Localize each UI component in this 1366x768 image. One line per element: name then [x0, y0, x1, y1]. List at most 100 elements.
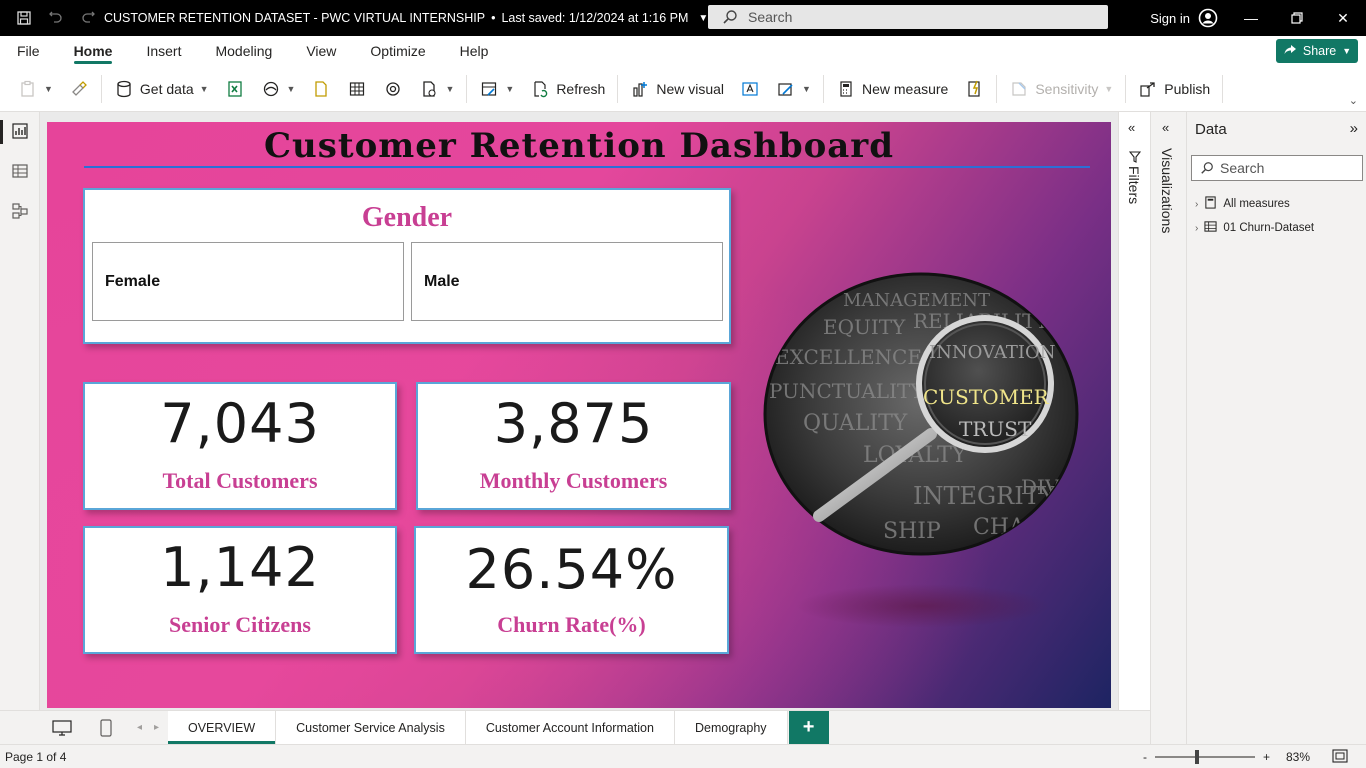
- chevron-down-icon: ▼: [505, 83, 515, 94]
- onelake-icon: [261, 79, 281, 99]
- collapse-filters-icon[interactable]: «: [1128, 120, 1135, 135]
- report-view-icon: [11, 122, 29, 143]
- page-tab-customer-service-analysis[interactable]: Customer Service Analysis: [276, 711, 466, 744]
- data-search-placeholder: Search: [1220, 160, 1265, 176]
- new-measure-button[interactable]: New measure: [828, 72, 956, 106]
- table-view-icon: [11, 162, 29, 183]
- account-icon[interactable]: [1198, 8, 1218, 28]
- get-data-button[interactable]: Get data ▼: [106, 72, 217, 106]
- dataverse-icon: [383, 79, 403, 99]
- more-visuals-button[interactable]: ▼: [768, 72, 819, 106]
- kpi-card-monthly-customers[interactable]: 3,875 Monthly Customers: [416, 382, 731, 510]
- gender-slicer-title: Gender: [361, 202, 453, 233]
- tree-item-churn-dataset[interactable]: › 01 Churn-Dataset: [1195, 220, 1314, 236]
- tree-item-all-measures[interactable]: › All measures: [1195, 196, 1290, 212]
- kpi-card-churn-rate[interactable]: 26.54% Churn Rate(%): [414, 526, 729, 654]
- transform-data-button[interactable]: ▼: [471, 72, 522, 106]
- tab-optimize[interactable]: Optimize: [353, 36, 442, 66]
- brush-icon: [69, 79, 89, 99]
- restore-icon[interactable]: [1274, 0, 1320, 36]
- dashboard-title: Customer Retention Dashboard: [263, 126, 894, 166]
- zoom-in-icon[interactable]: +: [1263, 750, 1270, 764]
- table-view-button[interactable]: [0, 152, 40, 192]
- zoom-slider[interactable]: [1154, 750, 1255, 764]
- next-page-icon[interactable]: ▸: [154, 722, 159, 733]
- close-icon[interactable]: ✕: [1320, 0, 1366, 36]
- collapse-visualizations-icon[interactable]: «: [1162, 120, 1169, 135]
- collapse-ribbon-icon[interactable]: ⌄: [1349, 94, 1358, 107]
- slicer-option-male[interactable]: Male: [411, 242, 723, 321]
- clipboard-icon: [18, 79, 38, 99]
- publish-button[interactable]: Publish: [1130, 72, 1218, 106]
- image-word: INNOVATION: [929, 342, 1055, 363]
- window-title[interactable]: CUSTOMER RETENTION DATASET - PWC VIRTUAL…: [104, 11, 708, 25]
- tab-insert[interactable]: Insert: [129, 36, 198, 66]
- tab-home[interactable]: Home: [57, 36, 130, 66]
- enter-data-button[interactable]: [339, 72, 375, 106]
- share-label: Share: [1302, 44, 1337, 58]
- format-painter-button[interactable]: [61, 72, 97, 106]
- image-word: TRUST: [959, 417, 1032, 441]
- sign-in-link[interactable]: Sign in: [1150, 11, 1190, 26]
- quick-measure-button[interactable]: [956, 72, 992, 106]
- zoom-control: - + 83%: [1143, 745, 1348, 768]
- image-word: EQUITY: [823, 315, 906, 339]
- excel-button[interactable]: [217, 72, 253, 106]
- page-tab-demography[interactable]: Demography: [674, 711, 788, 744]
- filters-pane[interactable]: « Filters: [1118, 112, 1150, 744]
- more-visuals-icon: [776, 79, 796, 99]
- mobile-layout-icon[interactable]: [84, 711, 128, 744]
- expand-data-pane-icon[interactable]: »: [1350, 120, 1358, 137]
- status-bar: Page 1 of 4 - + 83%: [0, 744, 1366, 768]
- visualizations-pane[interactable]: « Visualizations: [1150, 112, 1186, 744]
- text-box-button[interactable]: [732, 72, 768, 106]
- undo-icon[interactable]: [46, 8, 66, 28]
- image-word: CUSTOMER: [923, 385, 1050, 409]
- onelake-button[interactable]: ▼: [253, 72, 304, 106]
- desktop-layout-icon[interactable]: [40, 711, 84, 744]
- share-button[interactable]: Share ▼: [1276, 39, 1358, 63]
- save-icon[interactable]: [14, 8, 34, 28]
- tab-file[interactable]: File: [0, 36, 57, 66]
- kpi-card-senior-citizens[interactable]: 1,142 Senior Citizens: [83, 526, 397, 654]
- image-word: PUNCTUALITY: [769, 379, 924, 403]
- redo-icon[interactable]: [78, 8, 98, 28]
- zoom-level: 83%: [1285, 750, 1310, 764]
- refresh-button[interactable]: Refresh: [522, 72, 613, 106]
- add-page-button[interactable]: +: [788, 711, 829, 744]
- recent-sources-button[interactable]: ▼: [411, 72, 462, 106]
- page-tab-customer-account-information[interactable]: Customer Account Information: [465, 711, 675, 744]
- search-box[interactable]: Search: [708, 5, 1108, 29]
- calculator-icon: [836, 79, 856, 99]
- publish-label: Publish: [1164, 80, 1211, 97]
- filter-icon: [1128, 150, 1142, 166]
- slicer-option-female[interactable]: Female: [92, 242, 404, 321]
- sensitivity-button[interactable]: Sensitivity ▼: [1001, 72, 1121, 106]
- image-word: QUALITY: [803, 411, 908, 436]
- refresh-icon: [530, 79, 550, 99]
- gender-slicer[interactable]: Gender Female Male: [83, 188, 731, 344]
- sensitivity-icon: [1009, 79, 1029, 99]
- image-word: MANAGEMENT: [843, 290, 990, 311]
- model-view-button[interactable]: [0, 192, 40, 232]
- paste-button[interactable]: ▼: [10, 72, 61, 106]
- fit-to-page-icon[interactable]: [1332, 748, 1348, 766]
- report-view-button[interactable]: [0, 112, 40, 152]
- chevron-down-icon: ▼: [1342, 46, 1352, 56]
- text-box-icon: [740, 79, 760, 99]
- tab-help[interactable]: Help: [443, 36, 506, 66]
- kpi-card-total-customers[interactable]: 7,043 Total Customers: [83, 382, 397, 510]
- new-visual-label: New visual: [656, 80, 725, 97]
- sql-button[interactable]: [303, 72, 339, 106]
- data-search-input[interactable]: Search: [1191, 155, 1363, 181]
- tab-view[interactable]: View: [289, 36, 353, 66]
- new-visual-button[interactable]: New visual: [622, 72, 732, 106]
- dataverse-button[interactable]: [375, 72, 411, 106]
- previous-page-icon[interactable]: ◂: [137, 722, 142, 733]
- zoom-out-icon[interactable]: -: [1143, 750, 1147, 764]
- recent-sources-icon: [419, 79, 439, 99]
- page-tab-overview[interactable]: OVERVIEW: [168, 711, 277, 744]
- minimize-icon[interactable]: —: [1228, 0, 1274, 36]
- chevron-down-icon: ▼: [802, 83, 811, 94]
- tab-modeling[interactable]: Modeling: [198, 36, 289, 66]
